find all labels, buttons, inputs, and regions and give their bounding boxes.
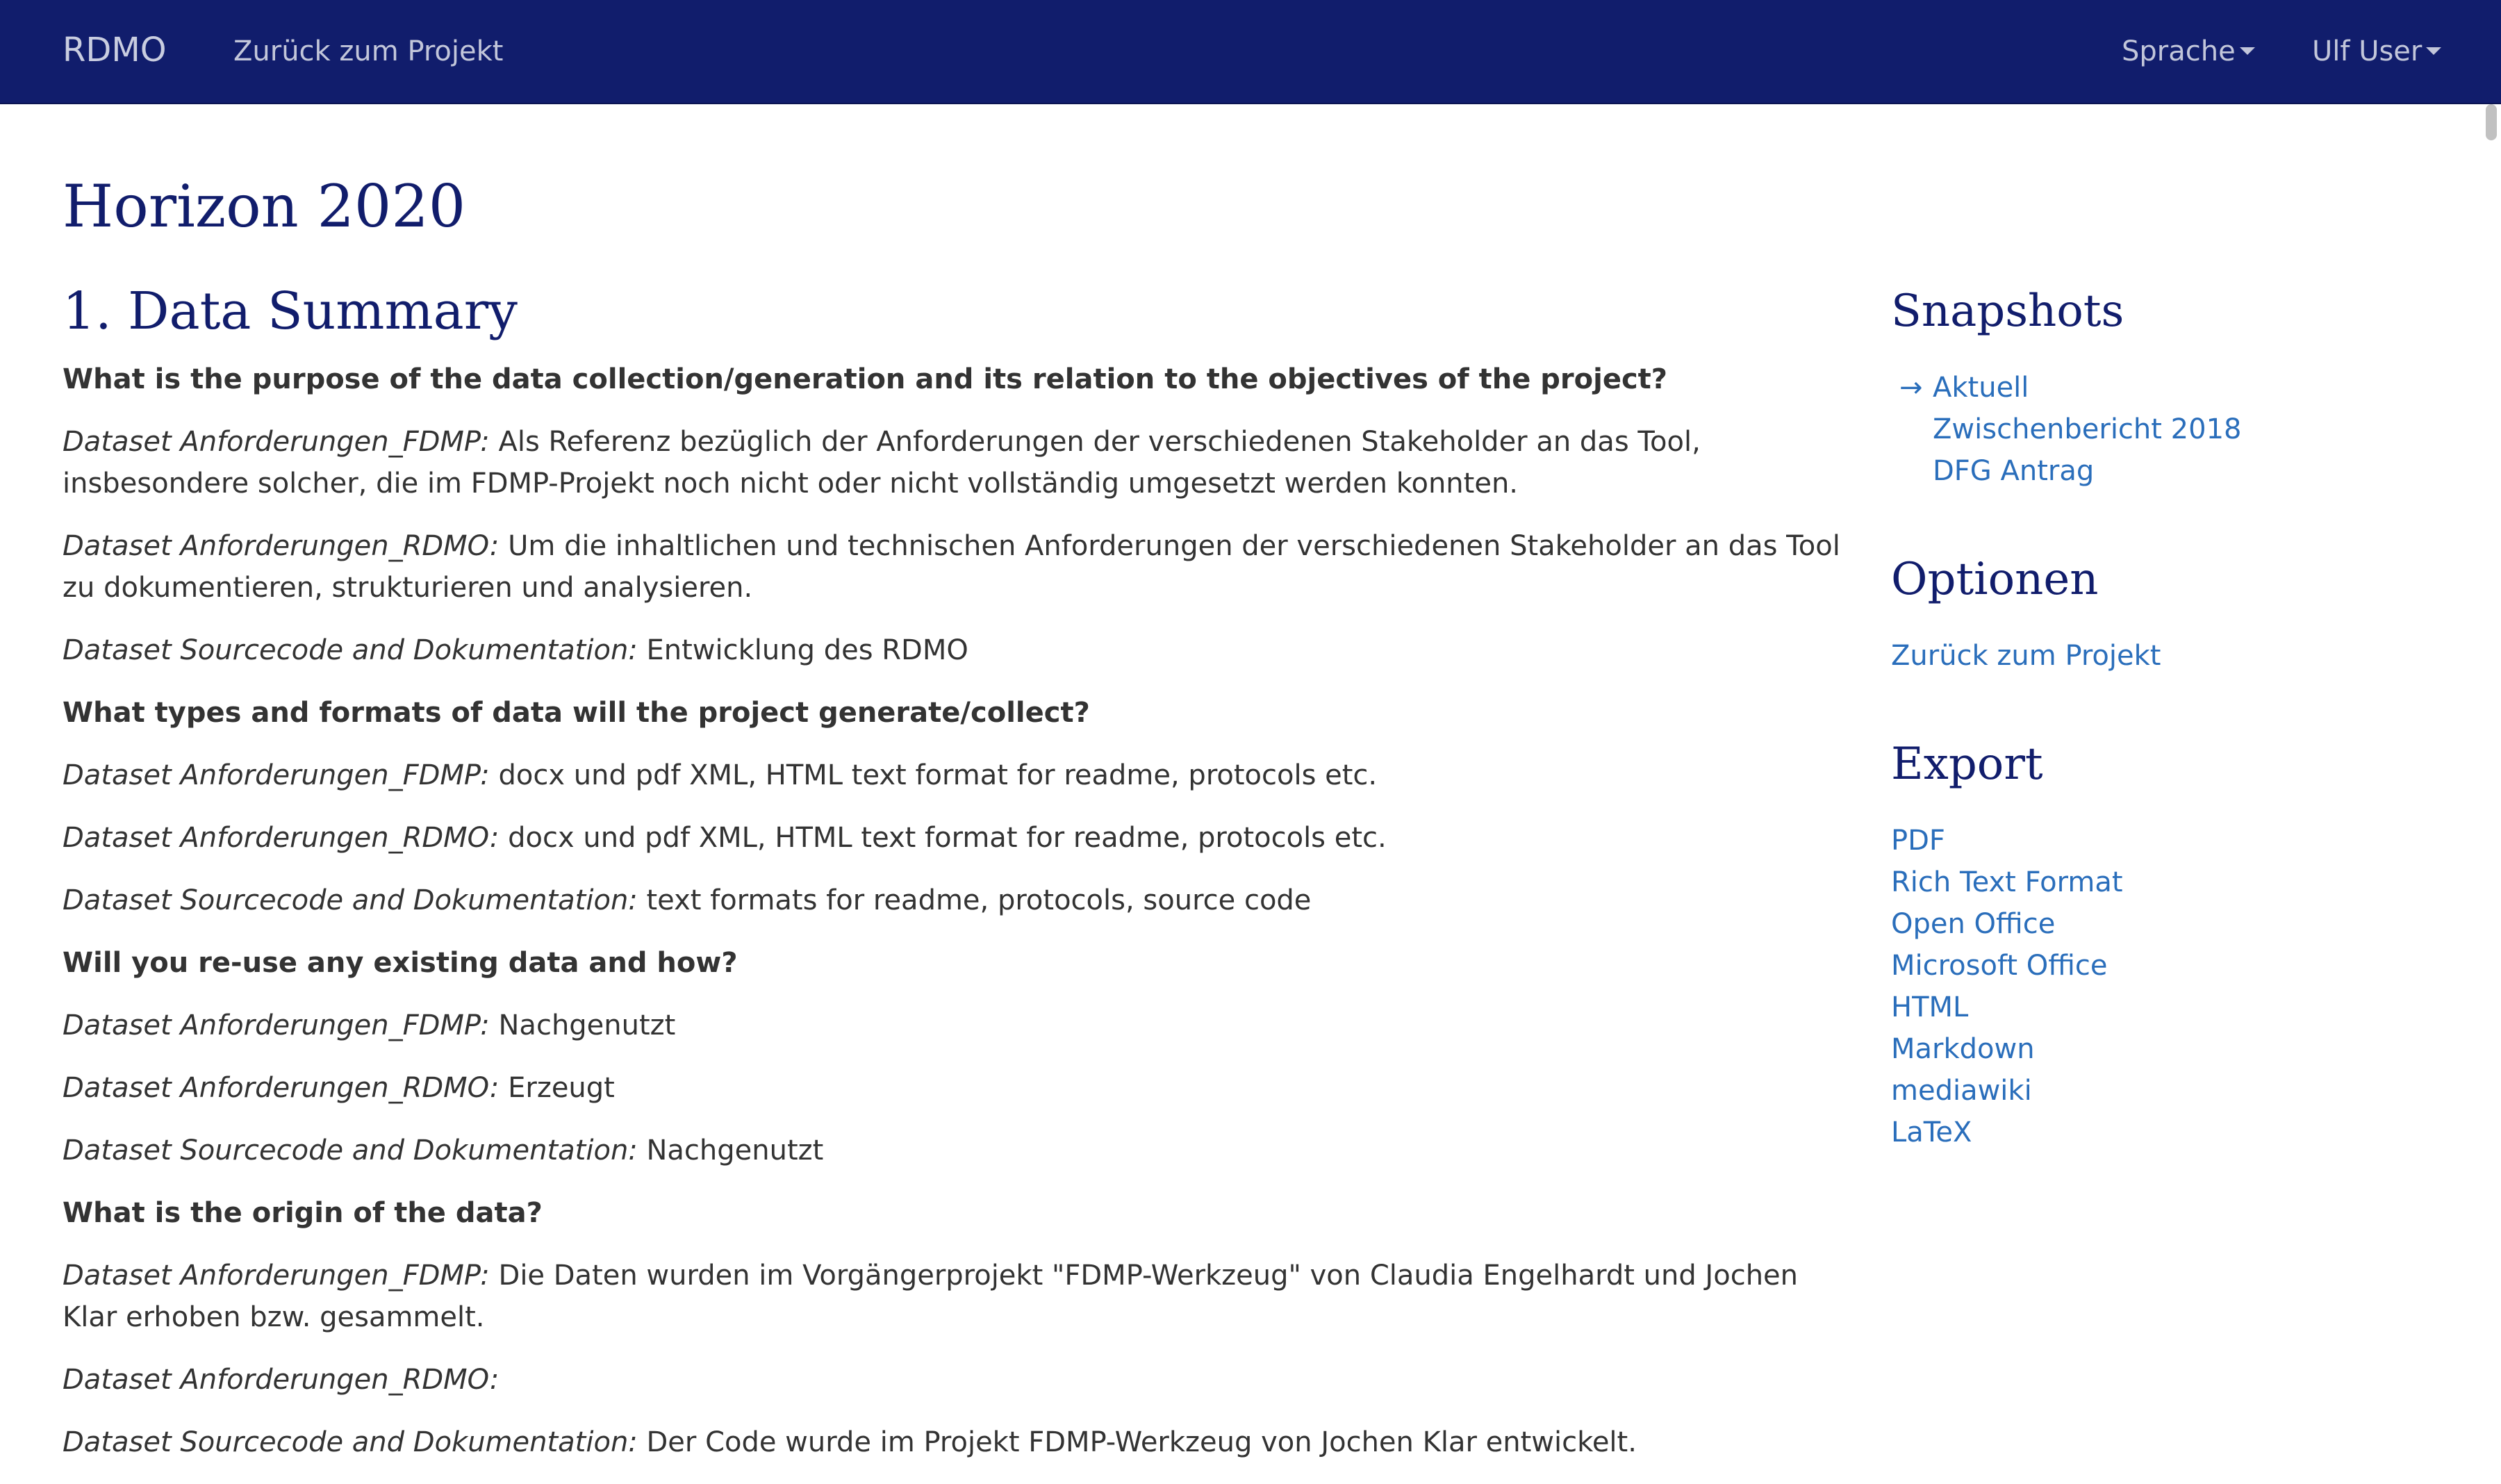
answer-value: Der Code wurde im Projekt FDMP-Werkzeug … [637, 1426, 1637, 1458]
language-dropdown-label: Sprache [2122, 35, 2236, 67]
question-text: What types and formats of data will the … [63, 697, 1090, 729]
user-dropdown[interactable]: Ulf User [2312, 33, 2442, 69]
answer-text: Dataset Anforderungen_FDMP: docx und pdf… [63, 755, 1841, 817]
sidebar: Snapshots → Aktuell Zwischenbericht 2018 … [1891, 277, 2447, 1206]
snapshot-item-label: Aktuell [1933, 372, 2029, 404]
snapshots-list: → Aktuell Zwischenbericht 2018 DFG Antrag [1891, 367, 2447, 492]
question-answer-list: What is the purpose of the data collecti… [63, 358, 1841, 1484]
answer-value: text formats for readme, protocols, sour… [637, 884, 1312, 916]
answer-text: Dataset Sourcecode and Dokumentation: Na… [63, 1130, 1841, 1192]
answer-value: docx und pdf XML, HTML text format for r… [499, 822, 1387, 854]
section-title: 1. Data Summary [63, 281, 518, 341]
export-pdf-link[interactable]: PDF [1891, 820, 2447, 861]
dataset-label: Dataset Anforderungen_FDMP: [63, 1260, 490, 1292]
dataset-label: Dataset Anforderungen_RDMO: [63, 1364, 500, 1396]
answer-text: Dataset Anforderungen_FDMP: Nachgenutzt [63, 1005, 1841, 1067]
answer-text: Dataset Sourcecode and Dokumentation: En… [63, 629, 1841, 692]
question-text: Will you re-use any existing data and ho… [63, 947, 738, 979]
dataset-label: Dataset Anforderungen_FDMP: [63, 759, 490, 791]
export-docx-link[interactable]: Microsoft Office [1891, 945, 2447, 987]
dataset-label: Dataset Anforderungen_FDMP: [63, 1009, 490, 1041]
snapshot-item-current[interactable]: → Aktuell [1891, 367, 2447, 409]
options-list: Zurück zum Projekt [1891, 635, 2447, 677]
dataset-label: Dataset Sourcecode and Dokumentation: [63, 884, 638, 916]
answer-text: Dataset Anforderungen_FDMP: Als Referenz… [63, 421, 1841, 525]
answer-text: Dataset Anforderungen_RDMO: Erzeugt [63, 1067, 1841, 1130]
page-title: Horizon 2020 [63, 172, 466, 240]
export-title: Export [1891, 739, 2043, 790]
export-mediawiki-link[interactable]: mediawiki [1891, 1070, 2447, 1112]
option-back-to-project-link[interactable]: Zurück zum Projekt [1891, 635, 2447, 677]
snapshot-item[interactable]: Zwischenbericht 2018 [1891, 409, 2447, 450]
scrollbar-track[interactable] [2480, 104, 2501, 1459]
brand-logo[interactable]: RDMO [63, 29, 167, 71]
user-dropdown-label: Ulf User [2312, 35, 2422, 67]
arrow-right-icon: → [1899, 372, 1923, 404]
answer-text: Dataset Sourcecode and Dokumentation: De… [63, 1421, 1841, 1484]
language-dropdown[interactable]: Sprache [2122, 33, 2255, 69]
export-odt-link[interactable]: Open Office [1891, 903, 2447, 945]
export-list: PDF Rich Text Format Open Office Microso… [1891, 820, 2447, 1153]
answer-text: Dataset Anforderungen_RDMO: [63, 1359, 1841, 1421]
answer-value: Erzeugt [499, 1072, 615, 1104]
answer-value: Nachgenutzt [489, 1009, 676, 1041]
caret-down-icon [2239, 47, 2255, 55]
export-rtf-link[interactable]: Rich Text Format [1891, 861, 2447, 903]
dataset-label: Dataset Sourcecode and Dokumentation: [63, 634, 638, 666]
answer-value: docx und pdf XML, HTML text format for r… [489, 759, 1378, 791]
nav-back-to-project-link[interactable]: Zurück zum Projekt [233, 33, 503, 69]
answer-value: Entwicklung des RDMO [637, 634, 968, 666]
snapshot-item[interactable]: DFG Antrag [1891, 450, 2447, 492]
question-text: What is the purpose of the data collecti… [63, 363, 1667, 395]
question-text: What is the origin of the data? [63, 1197, 543, 1229]
caret-down-icon [2426, 47, 2442, 55]
export-html-link[interactable]: HTML [1891, 987, 2447, 1028]
snapshot-item-label: Zwischenbericht 2018 [1933, 413, 2242, 445]
scrollbar-thumb[interactable] [2486, 104, 2497, 140]
options-title: Optionen [1891, 554, 2099, 605]
dataset-label: Dataset Sourcecode and Dokumentation: [63, 1426, 638, 1458]
answer-text: Dataset Anforderungen_RDMO: docx und pdf… [63, 817, 1841, 880]
snapshot-item-label: DFG Antrag [1933, 455, 2095, 487]
answer-text: Dataset Anforderungen_FDMP: Die Daten wu… [63, 1255, 1841, 1359]
main-content: 1. Data Summary What is the purpose of t… [63, 277, 1841, 1484]
export-latex-link[interactable]: LaTeX [1891, 1112, 2447, 1153]
top-navbar: RDMO Zurück zum Projekt Sprache Ulf User [0, 0, 2501, 104]
dataset-label: Dataset Anforderungen_RDMO: [63, 1072, 500, 1104]
answer-value: Nachgenutzt [637, 1135, 824, 1166]
snapshots-title: Snapshots [1891, 286, 2124, 337]
dataset-label: Dataset Anforderungen_RDMO: [63, 822, 500, 854]
dataset-label: Dataset Anforderungen_FDMP: [63, 426, 490, 458]
answer-text: Dataset Anforderungen_RDMO: Um die inhal… [63, 525, 1841, 629]
answer-text: Dataset Sourcecode and Dokumentation: te… [63, 880, 1841, 942]
dataset-label: Dataset Sourcecode and Dokumentation: [63, 1135, 638, 1166]
export-markdown-link[interactable]: Markdown [1891, 1028, 2447, 1070]
dataset-label: Dataset Anforderungen_RDMO: [63, 530, 500, 562]
